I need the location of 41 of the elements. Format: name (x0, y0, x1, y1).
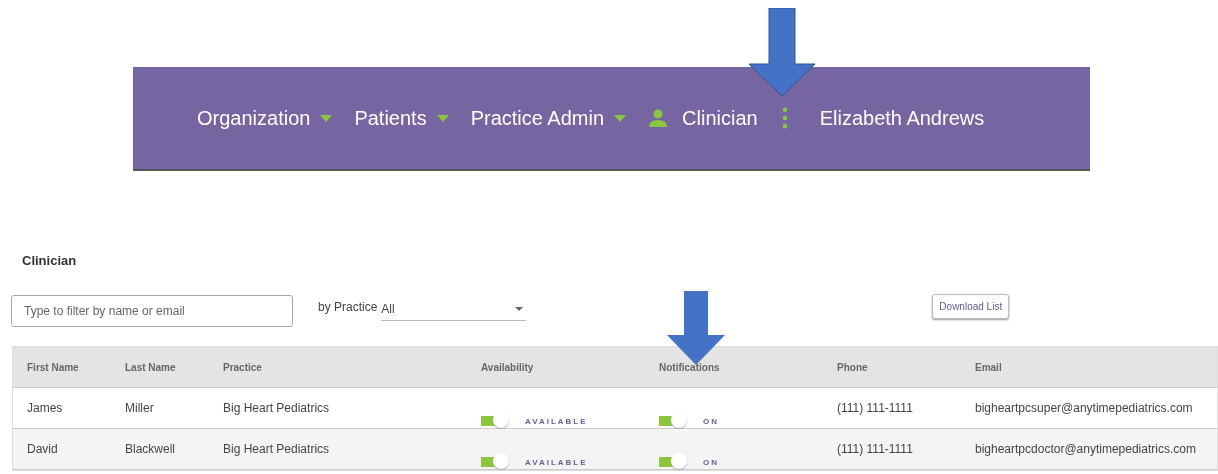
column-header: Phone (837, 361, 869, 373)
practice-select[interactable]: All (381, 297, 527, 321)
column-header: Email (975, 361, 1003, 373)
table-cell-text: bigheartpcsuper@anytimepediatrics.com (975, 401, 1194, 415)
notifications-label: ON (703, 457, 719, 467)
table-cell-text: bigheartpcdoctor@anytimepediatrics.com (975, 442, 1197, 456)
notifications-toggle[interactable] (659, 412, 689, 430)
caret-icon (320, 114, 333, 122)
caret-icon (436, 114, 449, 122)
notifications-label: ON (703, 416, 719, 426)
column-header: Last Name (125, 361, 177, 373)
availability-toggle[interactable] (481, 453, 511, 471)
filter-field[interactable]: Type to filter by name or email (11, 295, 293, 327)
download-button[interactable]: Download List (932, 293, 1010, 319)
table-cell-text: (111) 111-1111 (837, 442, 914, 456)
nav-link[interactable]: Clinician (682, 106, 758, 130)
nav-link[interactable]: Practice Admin (470, 106, 605, 130)
table-cell-text: Big Heart Pediatrics (223, 401, 331, 415)
column-header: Availability (481, 361, 535, 373)
practice-filter-label: by Practice (318, 300, 378, 314)
person-icon (648, 108, 669, 128)
caret-icon (614, 114, 627, 122)
nav-link[interactable]: Patients (354, 106, 427, 130)
table-cell-text: Big Heart Pediatrics (223, 442, 331, 456)
table-cell-text: Blackwell (125, 442, 176, 456)
notifications-toggle[interactable] (659, 453, 689, 471)
availability-label: AVAILABLE (525, 457, 588, 467)
nav-link[interactable]: Organization (197, 106, 311, 130)
page-title: Clinician (22, 253, 78, 268)
availability-label: AVAILABLE (525, 416, 588, 426)
table-cell-text: Miller (125, 401, 155, 415)
table-cell-text: James (26, 401, 64, 415)
nav-link[interactable]: Elizabeth Andrews (819, 106, 985, 130)
table-cell-text: (111) 111-1111 (837, 401, 914, 415)
column-header: Practice (223, 361, 263, 373)
column-header: First Name (26, 361, 80, 373)
more-icon[interactable] (781, 107, 788, 129)
caret-icon (515, 306, 524, 311)
table-cell-text: David (26, 442, 59, 456)
column-header: Notifications (659, 361, 721, 373)
availability-toggle[interactable] (481, 412, 511, 430)
